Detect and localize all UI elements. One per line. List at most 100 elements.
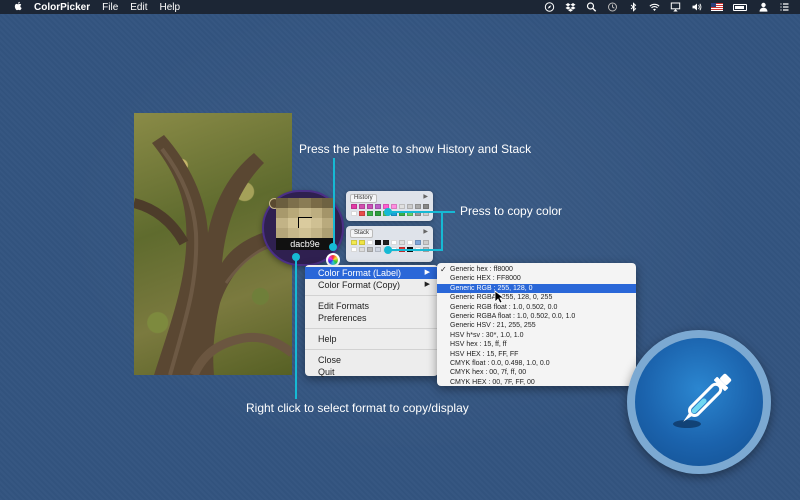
menu-separator: [305, 295, 438, 296]
palette-callout-line: [333, 158, 335, 246]
stack-swatch[interactable]: [359, 247, 365, 252]
stack-swatch[interactable]: [351, 240, 357, 245]
loupe-pixel: [287, 198, 300, 208]
stack-swatch[interactable]: [383, 240, 389, 245]
stack-swatch[interactable]: [359, 240, 365, 245]
history-swatch[interactable]: [375, 211, 381, 216]
format-option[interactable]: HSV h*sv : 30*, 1.0, 1.0: [437, 331, 636, 340]
history-swatch[interactable]: [359, 204, 365, 209]
stack-swatch[interactable]: [399, 240, 405, 245]
stack-swatch[interactable]: [423, 240, 429, 245]
format-option[interactable]: Generic RGB : 255, 128, 0: [437, 283, 636, 294]
format-option[interactable]: ✓ Generic hex : ff8000: [437, 265, 636, 274]
format-option[interactable]: CMYK HEX : 00, 7F, FF, 00: [437, 378, 636, 386]
format-option[interactable]: HSV hex : 15, ff, ff: [437, 340, 636, 349]
list-icon[interactable]: [778, 2, 790, 12]
menu-separator: [305, 349, 438, 350]
loupe-pixel: [310, 208, 323, 218]
menu-item-edit-formats[interactable]: Edit Formats: [305, 300, 438, 312]
loupe-pixel: [299, 228, 311, 238]
stack-swatch[interactable]: [375, 240, 381, 245]
format-option[interactable]: Generic RGBA : 255, 128, 0, 255: [437, 293, 636, 302]
loupe-pixel: [276, 218, 288, 228]
stack-swatch[interactable]: [351, 247, 357, 252]
history-swatch[interactable]: [391, 204, 397, 209]
menu-item-help[interactable]: Help: [305, 333, 438, 345]
copy-callout-line-history: [389, 211, 435, 213]
history-swatch[interactable]: [423, 204, 429, 209]
format-option[interactable]: Generic RGB float : 1.0, 0.502, 0.0: [437, 303, 636, 312]
menu-file[interactable]: File: [102, 2, 118, 13]
history-swatch[interactable]: [415, 204, 421, 209]
colorpicker-app-icon: [627, 330, 771, 474]
menu-item-quit[interactable]: Quit: [305, 366, 438, 378]
stack-swatch[interactable]: [367, 240, 373, 245]
copy-callout-line-stack: [389, 249, 443, 251]
history-swatch[interactable]: [375, 204, 381, 209]
airplay-icon[interactable]: [669, 2, 681, 12]
stack-swatch[interactable]: [367, 247, 373, 252]
loupe-hex-label: dacb9e: [276, 238, 334, 250]
menubar: ColorPicker File Edit Help: [0, 0, 800, 14]
bluetooth-icon[interactable]: [627, 2, 639, 12]
history-swatch[interactable]: [351, 211, 357, 216]
stack-arrow-icon[interactable]: ▶: [423, 228, 428, 235]
menu-help[interactable]: Help: [160, 2, 181, 13]
stack-swatch[interactable]: [415, 240, 421, 245]
palette-callout-dot: [329, 243, 337, 251]
context-menu: Color Format (Label) ▶ Color Format (Cop…: [305, 265, 438, 378]
copy-callout-line-top: [433, 211, 455, 213]
compass-icon[interactable]: [543, 2, 555, 12]
menu-item-preferences[interactable]: Preferences: [305, 312, 438, 324]
history-swatch[interactable]: [367, 204, 373, 209]
submenu-arrow-icon: ▶: [424, 269, 430, 276]
history-arrow-icon[interactable]: ▶: [423, 193, 428, 200]
format-option[interactable]: HSV HEX : 15, FF, FF: [437, 350, 636, 359]
menu-item-close[interactable]: Close: [305, 354, 438, 366]
loupe-pixel: [287, 228, 300, 238]
time-machine-icon[interactable]: [606, 2, 618, 12]
menu-item-color-format-copy[interactable]: Color Format (Copy) ▶: [305, 279, 438, 291]
loupe-pixel: [310, 198, 323, 208]
palette-annotation: Press the palette to show History and St…: [299, 142, 532, 156]
format-option[interactable]: Generic HEX : FF8000: [437, 274, 636, 283]
search-icon[interactable]: [585, 2, 597, 12]
loupe-pixel: [299, 208, 311, 218]
dropbox-icon[interactable]: [564, 2, 576, 12]
user-icon[interactable]: [757, 2, 769, 12]
loupe-pixel: [310, 218, 323, 228]
format-option[interactable]: Generic HSV : 21, 255, 255: [437, 321, 636, 330]
loupe-pixel: [276, 208, 288, 218]
stack-swatch[interactable]: [391, 240, 397, 245]
battery-icon[interactable]: [732, 2, 748, 12]
menu-item-color-format-label[interactable]: Color Format (Label) ▶: [305, 267, 438, 279]
wifi-icon[interactable]: [648, 2, 660, 12]
loupe-pixel: [276, 198, 288, 208]
copy-annotation: Press to copy color: [460, 204, 563, 218]
copy-callout-dot-history: [384, 208, 392, 216]
apple-icon[interactable]: [12, 1, 24, 14]
format-option[interactable]: CMYK hex : 00, 7f, ff, 00: [437, 368, 636, 377]
us-flag-icon[interactable]: [711, 2, 723, 12]
format-option[interactable]: CMYK float : 0.0, 0.498, 1.0, 0.0: [437, 359, 636, 368]
stack-swatch[interactable]: [375, 247, 381, 252]
loupe-pixel: [287, 208, 300, 218]
status-area: [534, 0, 800, 14]
history-swatch[interactable]: [351, 204, 357, 209]
history-swatch[interactable]: [367, 211, 373, 216]
copy-callout-line-vertical: [441, 211, 443, 250]
history-title: History: [350, 194, 377, 203]
loupe-pixel-grid: [276, 198, 334, 238]
color-loupe[interactable]: dacb9e: [262, 190, 344, 267]
history-swatch[interactable]: [407, 204, 413, 209]
loupe-center-pixel: [298, 217, 312, 229]
volume-icon[interactable]: [690, 2, 702, 12]
menu-app-name[interactable]: ColorPicker: [34, 2, 90, 13]
format-annotation: Right click to select format to copy/dis…: [246, 401, 469, 415]
menu-edit[interactable]: Edit: [130, 2, 147, 13]
loupe-pixel: [287, 218, 300, 228]
format-option[interactable]: Generic RGBA float : 1.0, 0.502, 0.0, 1.…: [437, 312, 636, 321]
history-swatch[interactable]: [399, 204, 405, 209]
history-swatch[interactable]: [359, 211, 365, 216]
stack-swatch[interactable]: [407, 240, 413, 245]
